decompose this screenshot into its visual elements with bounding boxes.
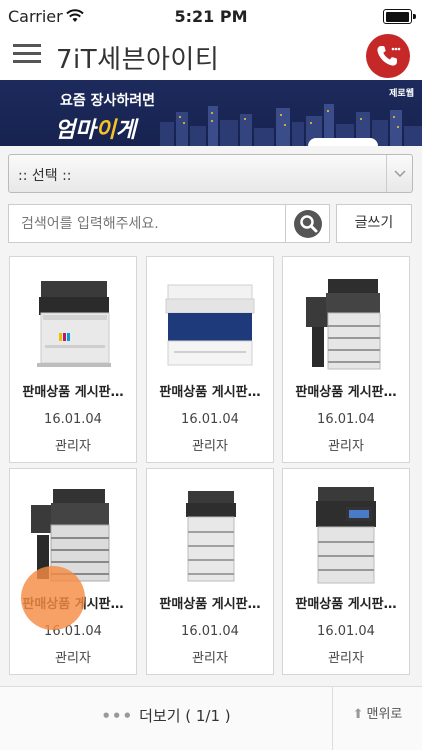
product-title: 판매상품 게시판… [22,385,124,400]
product-date: 16.01.04 [317,412,375,427]
banner-brand: 제로웹 [389,89,414,99]
search-icon [300,215,318,233]
product-date: 16.01.04 [44,624,102,639]
clock: 5:21 PM [174,7,248,26]
battery-icon [383,9,416,24]
bottom-bar: ••• 더보기 ( 1/1 ) ⬆ 맨위로 [0,686,422,750]
printer-image [289,263,403,375]
banner-headline: 요즘 장사하려면 [60,93,156,109]
product-card[interactable]: 판매상품 게시판… 16.01.04 관리자 [282,468,410,675]
load-more-button[interactable]: ••• 더보기 ( 1/1 ) [0,687,332,750]
product-author: 관리자 [192,439,228,454]
select-value: :: 선택 :: [18,168,72,184]
city-skyline-image [160,104,422,146]
app-header: 7iT세븐아이티 [0,34,422,80]
product-card[interactable]: 판매상품 게시판… 16.01.04 관리자 [282,256,410,463]
product-author: 관리자 [55,651,91,666]
printer-image [153,263,267,375]
banner-slogan: 엄마이게 [55,118,136,143]
printer-image [153,475,267,587]
product-author: 관리자 [192,651,228,666]
scroll-top-button[interactable]: ⬆ 맨위로 [333,687,422,750]
printer-image [16,263,130,375]
product-title: 판매상품 게시판… [295,385,397,400]
scroll-top-label: 맨위로 [366,707,403,722]
search-input[interactable] [8,204,286,243]
printer-image [289,475,403,587]
search-button[interactable] [286,204,330,243]
dots-icon: ••• [101,707,134,725]
product-card[interactable]: 판매상품 게시판… 16.01.04 관리자 [9,468,137,675]
site-title[interactable]: 7iT세븐아이티 [56,39,219,76]
phone-icon [377,46,401,66]
call-button[interactable] [366,34,410,78]
category-select[interactable]: :: 선택 :: [8,154,413,193]
product-date: 16.01.04 [181,412,239,427]
product-card[interactable]: 판매상품 게시판… 16.01.04 관리자 [146,256,274,463]
chevron-down-icon [386,155,412,192]
product-author: 관리자 [328,439,364,454]
product-card[interactable]: 판매상품 게시판… 16.01.04 관리자 [9,256,137,463]
status-bar: Carrier 5:21 PM [0,0,422,34]
touch-indicator [21,566,85,630]
product-author: 관리자 [328,651,364,666]
product-title: 판매상품 게시판… [159,597,261,612]
promo-banner[interactable]: 요즘 장사하려면 엄마이게 제로웹 [0,80,422,146]
write-button[interactable]: 글쓰기 [336,204,412,243]
product-title: 판매상품 게시판… [159,385,261,400]
product-date: 16.01.04 [181,624,239,639]
printer-image [16,475,130,587]
product-date: 16.01.04 [44,412,102,427]
load-more-label: 더보기 ( 1/1 ) [139,707,231,725]
product-author: 관리자 [55,439,91,454]
product-card[interactable]: 판매상품 게시판… 16.01.04 관리자 [146,468,274,675]
arrow-up-icon: ⬆ [352,707,364,722]
product-date: 16.01.04 [317,624,375,639]
menu-icon[interactable] [13,44,41,66]
product-title: 판매상품 게시판… [295,597,397,612]
